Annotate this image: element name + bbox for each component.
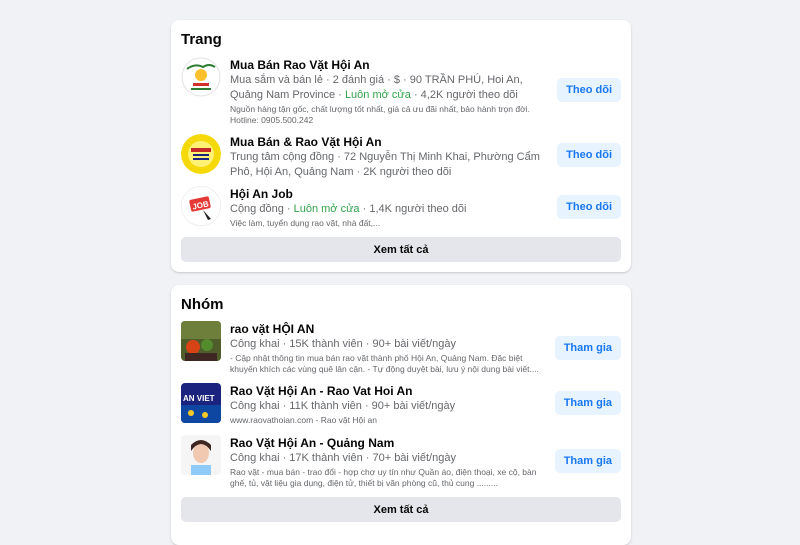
see-all-pages-button[interactable]: Xem tất cả bbox=[181, 237, 621, 262]
page-description: Nguồn hàng tận gốc, chất lượng tốt nhất,… bbox=[230, 104, 530, 125]
group-meta: Công khai · 11K thành viên · 90+ bài viế… bbox=[230, 400, 456, 412]
open-status: Luôn mở cửa bbox=[344, 89, 411, 101]
group-avatar[interactable] bbox=[181, 435, 221, 475]
group-logo-text: AN VIET bbox=[183, 394, 215, 403]
page-name[interactable]: Hội An Job bbox=[230, 186, 555, 202]
group-name[interactable]: Rao Vặt Hội An - Rao Vat Hoi An bbox=[230, 383, 550, 399]
pages-card: Trang Mua Bán Rao Vặt Hội An Mua sắm và … bbox=[171, 20, 631, 272]
join-group-button[interactable]: Tham gia bbox=[554, 391, 621, 415]
page-result-item[interactable]: JOB Hội An Job Cộng đồng · Luôn mở cửa ·… bbox=[181, 186, 621, 231]
groups-card: Nhóm rao vặt HỘI AN Công khai · 15K thàn… bbox=[171, 285, 631, 545]
page-avatar[interactable] bbox=[181, 57, 221, 97]
group-description: www.raovathoian.com - Rao vặt Hội an bbox=[230, 415, 377, 425]
page-avatar[interactable]: JOB bbox=[181, 186, 221, 226]
page-name[interactable]: Mua Bán Rao Vặt Hội An bbox=[230, 57, 555, 73]
group-avatar[interactable] bbox=[181, 321, 221, 361]
group-avatar[interactable]: AN VIET bbox=[181, 383, 221, 423]
groups-section-title: Nhóm bbox=[181, 296, 224, 313]
join-group-button[interactable]: Tham gia bbox=[554, 449, 621, 473]
group-meta: Công khai · 17K thành viên · 70+ bài viế… bbox=[230, 452, 456, 464]
page-meta: Mua sắm và bán lẻ · 2 đánh giá · $ · 90 … bbox=[230, 74, 523, 101]
group-name[interactable]: Rao Vặt Hội An - Quảng Nam bbox=[230, 435, 550, 451]
group-result-item[interactable]: AN VIET Rao Vặt Hội An - Rao Vat Hoi An … bbox=[181, 383, 621, 428]
group-result-item[interactable]: Rao Vặt Hội An - Quảng Nam Công khai · 1… bbox=[181, 435, 621, 491]
follow-button[interactable]: Theo dõi bbox=[557, 195, 621, 219]
page-meta: Cộng đồng · Luôn mở cửa · 1,4K người the… bbox=[230, 203, 467, 215]
group-result-item[interactable]: rao vặt HỘI AN Công khai · 15K thành viê… bbox=[181, 321, 621, 374]
follow-button[interactable]: Theo dõi bbox=[557, 78, 621, 102]
group-description: - Cập nhật thông tin mua bán rao vặt thà… bbox=[230, 353, 539, 374]
open-status: Luôn mở cửa bbox=[293, 203, 360, 215]
group-description: Rao vặt - mua bán - trao đổi - hợp chợ u… bbox=[230, 467, 537, 488]
page-result-item[interactable]: Mua Bán Rao Vặt Hội An Mua sắm và bán lẻ… bbox=[181, 57, 621, 125]
pages-section-title: Trang bbox=[181, 31, 222, 48]
follow-button[interactable]: Theo dõi bbox=[557, 143, 621, 167]
page-meta: Trung tâm cộng đồng · 72 Nguyễn Thị Minh… bbox=[230, 151, 540, 178]
page-name[interactable]: Mua Bán & Rao Vặt Hội An bbox=[230, 134, 555, 150]
group-meta: Công khai · 15K thành viên · 90+ bài viế… bbox=[230, 338, 456, 350]
page-description: Việc làm, tuyển dụng rao vặt, nhà đất,..… bbox=[230, 218, 381, 228]
page-avatar[interactable] bbox=[181, 134, 221, 174]
group-name[interactable]: rao vặt HỘI AN bbox=[230, 321, 550, 337]
see-all-groups-button[interactable]: Xem tất cả bbox=[181, 497, 621, 522]
page-result-item[interactable]: Mua Bán & Rao Vặt Hội An Trung tâm cộng … bbox=[181, 134, 621, 179]
join-group-button[interactable]: Tham gia bbox=[554, 336, 621, 360]
